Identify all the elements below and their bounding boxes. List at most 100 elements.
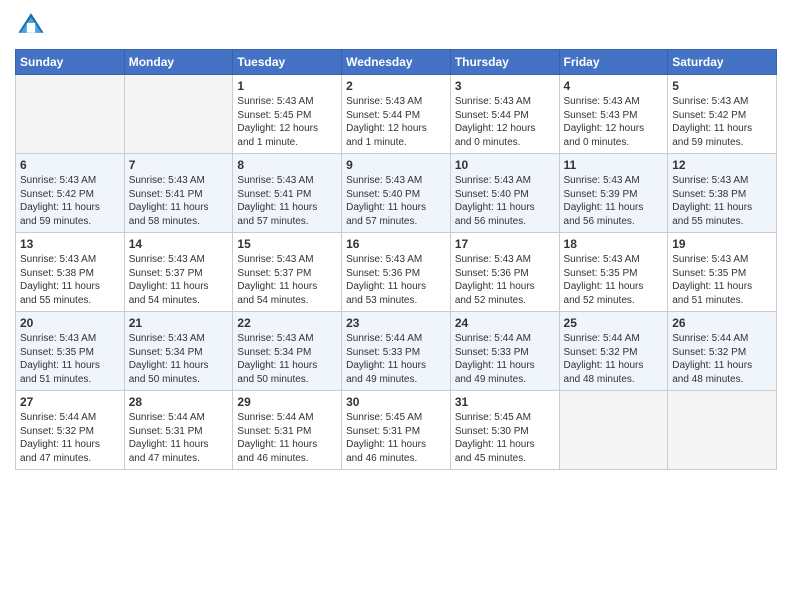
day-info: Sunrise: 5:43 AM Sunset: 5:34 PM Dayligh…	[129, 332, 229, 386]
day-number: 14	[129, 237, 229, 251]
day-number: 1	[237, 79, 337, 93]
calendar-cell: 18 Sunrise: 5:43 AM Sunset: 5:35 PM Dayli…	[559, 233, 668, 312]
day-info: Sunrise: 5:43 AM Sunset: 5:36 PM Dayligh…	[455, 253, 555, 307]
weekday-header-thursday: Thursday	[450, 50, 559, 75]
calendar-cell: 26 Sunrise: 5:44 AM Sunset: 5:32 PM Dayli…	[668, 312, 777, 391]
day-info: Sunrise: 5:43 AM Sunset: 5:43 PM Dayligh…	[564, 95, 664, 149]
calendar-cell: 14 Sunrise: 5:43 AM Sunset: 5:37 PM Dayli…	[124, 233, 233, 312]
calendar-cell: 22 Sunrise: 5:43 AM Sunset: 5:34 PM Dayli…	[233, 312, 342, 391]
day-number: 24	[455, 316, 555, 330]
day-info: Sunrise: 5:43 AM Sunset: 5:37 PM Dayligh…	[129, 253, 229, 307]
day-number: 27	[20, 395, 120, 409]
day-info: Sunrise: 5:43 AM Sunset: 5:38 PM Dayligh…	[672, 174, 772, 228]
day-number: 25	[564, 316, 664, 330]
calendar-cell: 2Sunrise: 5:43 AM Sunset: 5:44 PM Daylig…	[342, 75, 451, 154]
page-container: SundayMondayTuesdayWednesdayThursdayFrid…	[0, 0, 792, 480]
day-number: 16	[346, 237, 446, 251]
calendar-cell	[124, 75, 233, 154]
day-number: 29	[237, 395, 337, 409]
day-info: Sunrise: 5:44 AM Sunset: 5:32 PM Dayligh…	[20, 411, 120, 465]
calendar-cell: 25 Sunrise: 5:44 AM Sunset: 5:32 PM Dayli…	[559, 312, 668, 391]
calendar-cell: 16 Sunrise: 5:43 AM Sunset: 5:36 PM Dayli…	[342, 233, 451, 312]
day-info: Sunrise: 5:43 AM Sunset: 5:42 PM Dayligh…	[20, 174, 120, 228]
calendar-cell	[668, 391, 777, 470]
calendar-cell: 19 Sunrise: 5:43 AM Sunset: 5:35 PM Dayli…	[668, 233, 777, 312]
logo-icon	[17, 10, 45, 38]
calendar-cell: 5 Sunrise: 5:43 AM Sunset: 5:42 PM Daylig…	[668, 75, 777, 154]
day-info: Sunrise: 5:43 AM Sunset: 5:44 PM Dayligh…	[455, 95, 555, 149]
day-number: 15	[237, 237, 337, 251]
calendar-cell: 8 Sunrise: 5:43 AM Sunset: 5:41 PM Daylig…	[233, 154, 342, 233]
calendar-cell: 12 Sunrise: 5:43 AM Sunset: 5:38 PM Dayli…	[668, 154, 777, 233]
calendar-cell: 13 Sunrise: 5:43 AM Sunset: 5:38 PM Dayli…	[16, 233, 125, 312]
page-header	[15, 10, 777, 43]
day-info: Sunrise: 5:43 AM Sunset: 5:37 PM Dayligh…	[237, 253, 337, 307]
weekday-header-wednesday: Wednesday	[342, 50, 451, 75]
calendar-cell: 31 Sunrise: 5:45 AM Sunset: 5:30 PM Dayli…	[450, 391, 559, 470]
calendar-cell: 27 Sunrise: 5:44 AM Sunset: 5:32 PM Dayli…	[16, 391, 125, 470]
day-info: Sunrise: 5:43 AM Sunset: 5:40 PM Dayligh…	[455, 174, 555, 228]
day-number: 18	[564, 237, 664, 251]
day-number: 30	[346, 395, 446, 409]
day-number: 5	[672, 79, 772, 93]
day-info: Sunrise: 5:44 AM Sunset: 5:33 PM Dayligh…	[346, 332, 446, 386]
weekday-header-row: SundayMondayTuesdayWednesdayThursdayFrid…	[16, 50, 777, 75]
day-info: Sunrise: 5:43 AM Sunset: 5:41 PM Dayligh…	[237, 174, 337, 228]
day-number: 3	[455, 79, 555, 93]
calendar-cell	[559, 391, 668, 470]
calendar-cell: 9 Sunrise: 5:43 AM Sunset: 5:40 PM Daylig…	[342, 154, 451, 233]
calendar-cell: 6Sunrise: 5:43 AM Sunset: 5:42 PM Daylig…	[16, 154, 125, 233]
day-info: Sunrise: 5:43 AM Sunset: 5:36 PM Dayligh…	[346, 253, 446, 307]
day-info: Sunrise: 5:44 AM Sunset: 5:31 PM Dayligh…	[129, 411, 229, 465]
calendar-cell: 17Sunrise: 5:43 AM Sunset: 5:36 PM Dayli…	[450, 233, 559, 312]
day-info: Sunrise: 5:43 AM Sunset: 5:45 PM Dayligh…	[237, 95, 337, 149]
day-number: 21	[129, 316, 229, 330]
day-info: Sunrise: 5:45 AM Sunset: 5:30 PM Dayligh…	[455, 411, 555, 465]
day-info: Sunrise: 5:43 AM Sunset: 5:40 PM Dayligh…	[346, 174, 446, 228]
weekday-header-monday: Monday	[124, 50, 233, 75]
day-info: Sunrise: 5:43 AM Sunset: 5:41 PM Dayligh…	[129, 174, 229, 228]
day-info: Sunrise: 5:43 AM Sunset: 5:34 PM Dayligh…	[237, 332, 337, 386]
day-info: Sunrise: 5:43 AM Sunset: 5:35 PM Dayligh…	[564, 253, 664, 307]
day-info: Sunrise: 5:44 AM Sunset: 5:31 PM Dayligh…	[237, 411, 337, 465]
calendar-cell: 7 Sunrise: 5:43 AM Sunset: 5:41 PM Daylig…	[124, 154, 233, 233]
calendar-week-3: 13 Sunrise: 5:43 AM Sunset: 5:38 PM Dayli…	[16, 233, 777, 312]
day-number: 23	[346, 316, 446, 330]
calendar-cell: 10 Sunrise: 5:43 AM Sunset: 5:40 PM Dayli…	[450, 154, 559, 233]
weekday-header-sunday: Sunday	[16, 50, 125, 75]
calendar-week-1: 1 Sunrise: 5:43 AM Sunset: 5:45 PM Daylig…	[16, 75, 777, 154]
calendar-cell: 15 Sunrise: 5:43 AM Sunset: 5:37 PM Dayli…	[233, 233, 342, 312]
weekday-header-saturday: Saturday	[668, 50, 777, 75]
day-number: 28	[129, 395, 229, 409]
day-number: 22	[237, 316, 337, 330]
day-info: Sunrise: 5:44 AM Sunset: 5:32 PM Dayligh…	[564, 332, 664, 386]
day-number: 8	[237, 158, 337, 172]
day-number: 9	[346, 158, 446, 172]
day-info: Sunrise: 5:44 AM Sunset: 5:33 PM Dayligh…	[455, 332, 555, 386]
day-number: 12	[672, 158, 772, 172]
day-number: 31	[455, 395, 555, 409]
day-info: Sunrise: 5:43 AM Sunset: 5:42 PM Dayligh…	[672, 95, 772, 149]
day-info: Sunrise: 5:43 AM Sunset: 5:35 PM Dayligh…	[672, 253, 772, 307]
calendar-cell: 24 Sunrise: 5:44 AM Sunset: 5:33 PM Dayli…	[450, 312, 559, 391]
day-number: 19	[672, 237, 772, 251]
day-info: Sunrise: 5:44 AM Sunset: 5:32 PM Dayligh…	[672, 332, 772, 386]
day-number: 13	[20, 237, 120, 251]
day-info: Sunrise: 5:43 AM Sunset: 5:44 PM Dayligh…	[346, 95, 446, 149]
calendar-week-4: 20Sunrise: 5:43 AM Sunset: 5:35 PM Dayli…	[16, 312, 777, 391]
calendar-cell: 21 Sunrise: 5:43 AM Sunset: 5:34 PM Dayli…	[124, 312, 233, 391]
weekday-header-tuesday: Tuesday	[233, 50, 342, 75]
day-info: Sunrise: 5:43 AM Sunset: 5:38 PM Dayligh…	[20, 253, 120, 307]
calendar-week-2: 6Sunrise: 5:43 AM Sunset: 5:42 PM Daylig…	[16, 154, 777, 233]
calendar-cell: 3 Sunrise: 5:43 AM Sunset: 5:44 PM Daylig…	[450, 75, 559, 154]
day-info: Sunrise: 5:43 AM Sunset: 5:39 PM Dayligh…	[564, 174, 664, 228]
day-info: Sunrise: 5:45 AM Sunset: 5:31 PM Dayligh…	[346, 411, 446, 465]
day-number: 26	[672, 316, 772, 330]
day-number: 10	[455, 158, 555, 172]
day-number: 20	[20, 316, 120, 330]
calendar-cell: 20Sunrise: 5:43 AM Sunset: 5:35 PM Dayli…	[16, 312, 125, 391]
day-number: 7	[129, 158, 229, 172]
calendar-cell: 29 Sunrise: 5:44 AM Sunset: 5:31 PM Dayli…	[233, 391, 342, 470]
calendar-cell: 4Sunrise: 5:43 AM Sunset: 5:43 PM Daylig…	[559, 75, 668, 154]
logo	[15, 10, 47, 43]
